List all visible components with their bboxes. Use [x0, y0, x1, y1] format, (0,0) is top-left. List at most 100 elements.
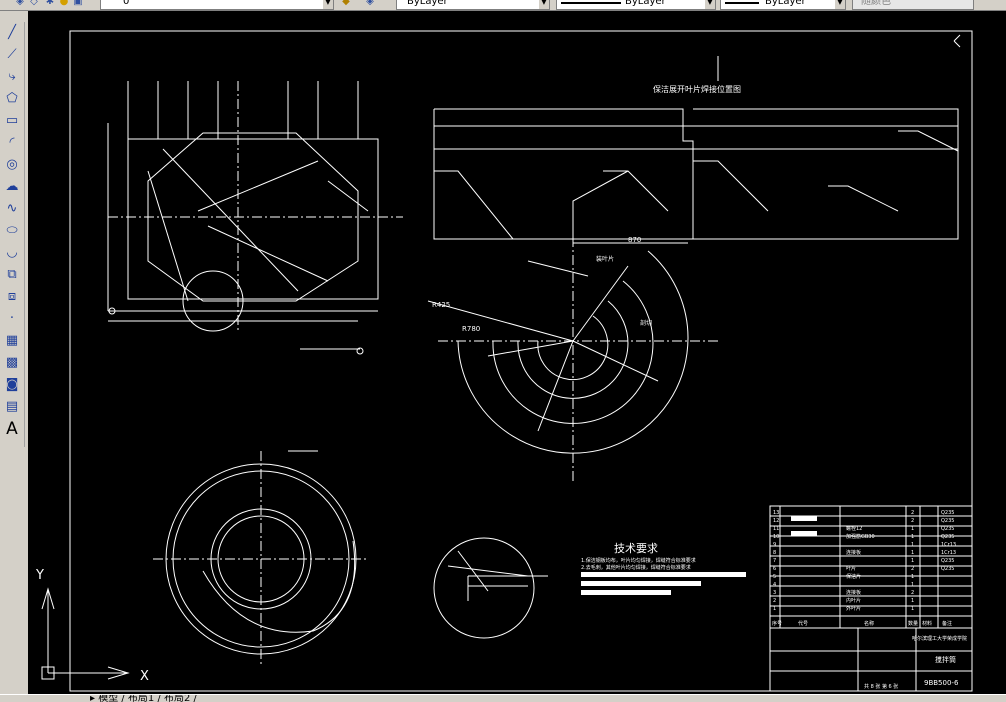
label-cut: 剖切 [640, 319, 652, 327]
chevron-down-icon[interactable]: ▼ [539, 0, 549, 9]
parts-row-index: 10 [773, 534, 779, 540]
parts-row-name: 加强筋GB30 [846, 533, 875, 540]
layer-manager-icon[interactable]: ◈ [14, 0, 26, 8]
parts-row-material: Q235 [941, 518, 954, 524]
detail-view [433, 537, 548, 639]
lineweight-dropdown-value: ByLayer [765, 0, 806, 7]
tech-requirements-title: 技术要求 [614, 542, 658, 555]
sheet-count: 共 8 张 第 6 张 [864, 683, 898, 690]
parts-row-index: 1 [773, 606, 776, 612]
chevron-down-icon[interactable]: ▼ [705, 0, 715, 9]
spline-icon[interactable]: ∿ [3, 200, 21, 218]
linetype-dropdown-value: ByLayer [625, 0, 666, 7]
parts-row-qty: 1 [911, 582, 914, 588]
tech-note-bar [581, 572, 746, 577]
region-icon[interactable]: ◙ [3, 376, 21, 394]
parts-row-index: 4 [773, 582, 776, 588]
circle-icon[interactable]: ◎ [3, 156, 21, 174]
ucs-axis-icon [41, 587, 130, 680]
point-icon[interactable]: · [3, 310, 21, 328]
parts-row-index: 5 [773, 574, 776, 580]
draw-toolbar: ╱ ⟋ ⤷ ⬠ ▭ ◜ ◎ ☁ ∿ ⬭ ◡ ⧉ ⧈ · ▦ ▩ ◙ ▤ A [0, 22, 25, 447]
parts-row-qty: 2 [911, 566, 914, 572]
parts-list: 13 2 Q23512 2 Q23511 螺栓12 1 Q23510 加强筋GB30 1 Q2359… [773, 510, 956, 612]
polyline-icon[interactable]: ⤷ [3, 68, 21, 86]
parts-row-name: 保洁片 [846, 573, 861, 580]
dim-r780: R780 [462, 325, 480, 333]
dim-870: 870 [628, 236, 641, 244]
make-block-icon[interactable]: ⧈ [3, 288, 21, 306]
layer-previous-icon[interactable]: ◈ [364, 0, 376, 8]
tech-note-bar [581, 581, 701, 586]
title-block-fill [791, 516, 817, 521]
parts-row-qty: 1 [911, 574, 914, 580]
parts-row-material: Q235 [941, 526, 954, 532]
construction-line-icon[interactable]: ⟋ [3, 46, 21, 64]
parts-row-qty: 2 [911, 510, 914, 516]
polygon-icon[interactable]: ⬠ [3, 90, 21, 108]
color-dropdown[interactable]: ByLayer ▼ [396, 0, 550, 10]
col-remark: 备注 [942, 620, 952, 627]
parts-row-qty: 2 [911, 590, 914, 596]
layer-dropdown[interactable]: 0 ▼ [100, 0, 334, 10]
hatch-icon[interactable]: ▦ [3, 332, 21, 350]
roughness-symbol-icon [953, 34, 961, 48]
chevron-down-icon[interactable]: ▼ [323, 0, 333, 9]
col-name: 名称 [864, 620, 874, 627]
linetype-preview [561, 2, 621, 4]
plotstyle-dropdown-value: 随颜色 [861, 0, 891, 7]
lock-icon[interactable]: ▣ [72, 0, 84, 8]
revision-cloud-icon[interactable]: ☁ [3, 178, 21, 196]
layer-dropdown-value: 0 [123, 0, 130, 7]
ellipse-arc-icon[interactable]: ◡ [3, 244, 21, 262]
ellipse-icon[interactable]: ⬭ [3, 222, 21, 240]
part-name: 搅拌筒 [935, 655, 956, 664]
arc-icon[interactable]: ◜ [3, 134, 21, 152]
parts-row-name: 叶片 [846, 565, 856, 572]
parts-row-index: 8 [773, 550, 776, 556]
layer-state-icon[interactable]: ◇ [28, 0, 40, 8]
drawing-canvas[interactable]: 保洁展开叶片焊接位置图 技术要求 1.保洁钢板均布，叶片均匀焊接，焊缝符合标准要… [28, 11, 1006, 694]
multiline-text-icon[interactable]: A [3, 420, 21, 438]
title-block-fill [791, 531, 817, 536]
parts-row-index: 11 [773, 526, 779, 532]
parts-row-index: 12 [773, 518, 779, 524]
lineweight-dropdown[interactable]: ByLayer ▼ [720, 0, 846, 10]
drawing-number: 9BB500-6 [924, 679, 959, 687]
parts-row-qty: 1 [911, 534, 914, 540]
tech-line-2: 2.去毛刺，其他叶片均匀焊接，焊缝符合标准要求 [581, 564, 691, 571]
parts-row-material: Q235 [941, 534, 954, 540]
parts-row-name: 外叶片 [846, 605, 861, 612]
axis-y-label: Y [35, 568, 44, 583]
cad-drawing: 保洁展开叶片焊接位置图 技术要求 1.保洁钢板均布，叶片均匀焊接，焊缝符合标准要… [35, 30, 973, 692]
col-index: 序号 [772, 620, 782, 627]
tech-line-1: 1.保洁钢板均布，叶片均匀焊接，焊缝符合标准要求 [581, 557, 696, 564]
parts-row-name: 连接板 [846, 549, 861, 556]
chevron-down-icon[interactable]: ▼ [835, 0, 845, 9]
rectangle-icon[interactable]: ▭ [3, 112, 21, 130]
parts-row-qty: 1 [911, 598, 914, 604]
front-view [107, 81, 403, 355]
line-icon[interactable]: ╱ [3, 24, 21, 42]
insert-block-icon[interactable]: ⧉ [3, 266, 21, 284]
parts-row-index: 9 [773, 542, 776, 548]
match-layer-icon[interactable]: ◆ [340, 0, 352, 8]
table-icon[interactable]: ▤ [3, 398, 21, 416]
parts-row-qty: 1 [911, 606, 914, 612]
plotstyle-dropdown[interactable]: 随颜色 [852, 0, 974, 10]
gradient-icon[interactable]: ▩ [3, 354, 21, 372]
tech-note-bar [581, 590, 671, 595]
sun-icon[interactable]: ● [58, 0, 70, 8]
round-top-view [153, 450, 368, 666]
label-leaf: 装叶片 [596, 255, 614, 263]
parts-row-name: 内叶片 [846, 597, 861, 604]
color-dropdown-value: ByLayer [407, 0, 448, 7]
parts-row-index: 2 [773, 598, 776, 604]
freeze-icon[interactable]: ✱ [44, 0, 56, 8]
parts-row-material: Q235 [941, 566, 954, 572]
linetype-dropdown[interactable]: ByLayer ▼ [556, 0, 716, 10]
col-code: 代号 [798, 620, 808, 627]
parts-row-material: 1Cr13 [941, 542, 956, 548]
school-name: 哈尔滨理工大学荣成学院 [912, 635, 967, 642]
lineweight-preview [725, 2, 759, 4]
